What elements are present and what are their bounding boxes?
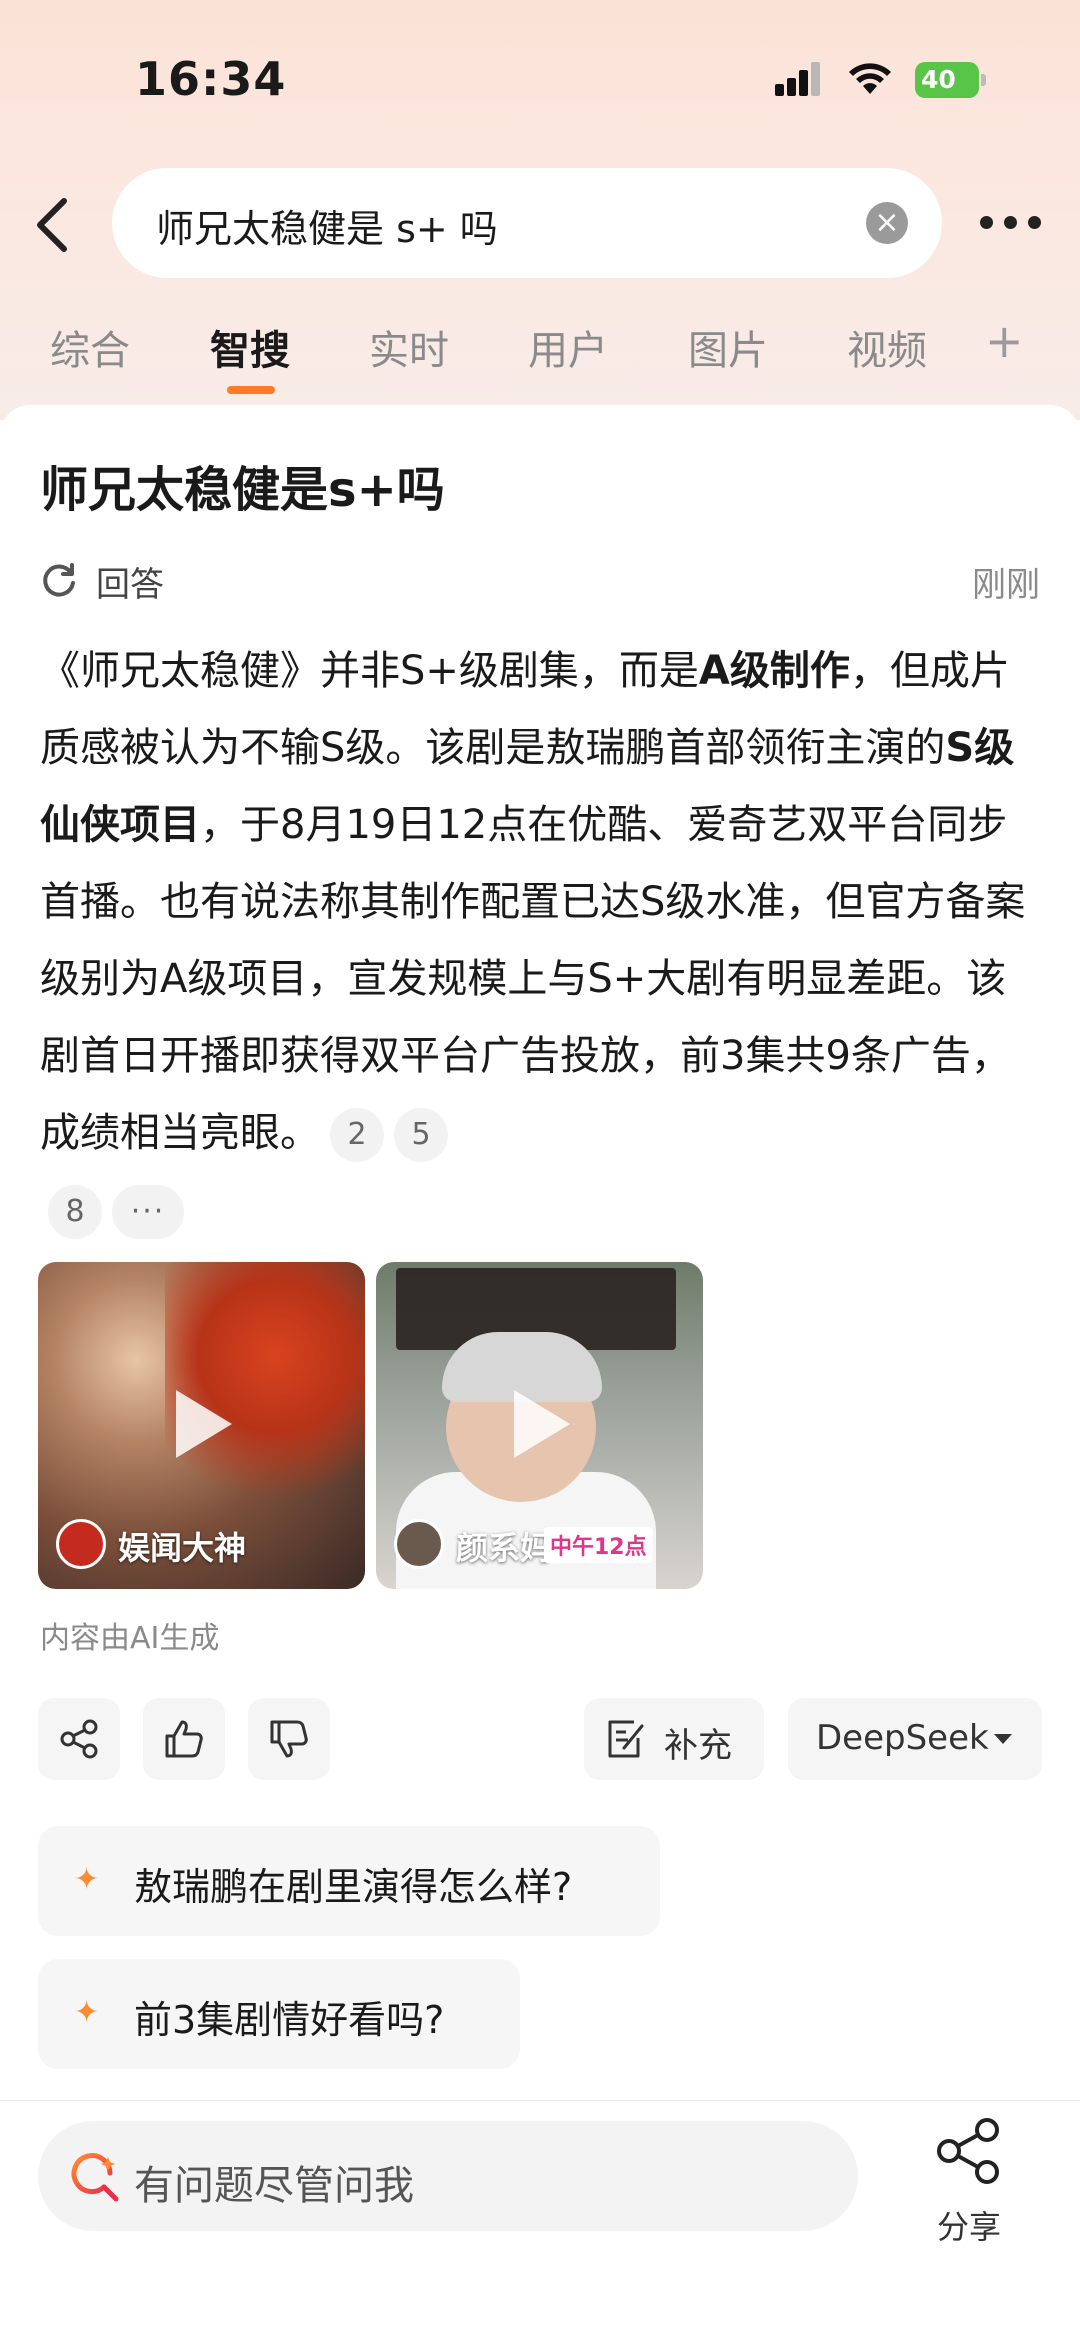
status-time: 16:34	[135, 52, 287, 106]
share-label: 分享	[937, 2208, 1002, 2246]
share-icon	[60, 1719, 98, 1759]
model-select-dropdown[interactable]: DeepSeek	[788, 1698, 1042, 1780]
dislike-button[interactable]	[248, 1698, 330, 1780]
refresh-icon	[43, 563, 75, 597]
share-icon	[937, 2118, 999, 2184]
avatar	[394, 1519, 444, 1569]
answer-meta: 回答 刚刚	[40, 555, 1040, 605]
citation-badge[interactable]: 2	[330, 1108, 384, 1162]
thumbs-up-icon	[165, 1720, 203, 1758]
play-icon	[514, 1390, 570, 1458]
bottom-bar: 有问题尽管问我 分享	[0, 2100, 1080, 2341]
share-answer-button[interactable]	[38, 1698, 120, 1780]
suggestion-text: 前3集剧情好看吗?	[134, 1998, 445, 2042]
tab-users[interactable]: 用户	[528, 318, 608, 376]
battery-level: 40	[915, 62, 979, 98]
video-thumbnail[interactable]: 颜系妈 中午12点	[376, 1262, 703, 1589]
video-author-name: 娱闻大神	[118, 1529, 247, 1567]
ai-generated-note: 内容由AI生成	[40, 1621, 220, 1656]
thumbs-down-icon	[270, 1720, 308, 1758]
answer-text-part: ，于8月19日12点在优酷、爱奇艺双平台同步首播。也有说法称其制作配置已达S级水…	[40, 802, 1026, 1156]
tab-images[interactable]: 图片	[688, 318, 768, 376]
wifi-icon	[849, 63, 891, 94]
ai-search-icon	[71, 2153, 119, 2202]
answer-time: 刚刚	[972, 565, 1040, 605]
ask-input[interactable]: 有问题尽管问我	[38, 2121, 858, 2231]
search-tabs: 综合 智搜 实时 用户 图片 视频	[0, 318, 1080, 398]
share-button[interactable]: 分享	[925, 2116, 1015, 2246]
suggestion-chip[interactable]: ✦ 敖瑞鹏在剧里演得怎么样?	[38, 1826, 660, 1936]
back-arrow-icon[interactable]	[28, 195, 78, 255]
video-author-name: 颜系妈	[456, 1529, 553, 1567]
supplement-label: 补充	[664, 1726, 732, 1766]
tab-realtime[interactable]: 实时	[369, 318, 449, 376]
answer-highlight: A级制作	[698, 648, 850, 694]
add-tab-icon[interactable]: +	[985, 314, 1024, 368]
supplement-button[interactable]: 补充	[584, 1698, 764, 1780]
cellular-signal-icon	[775, 62, 821, 96]
tab-smart-search[interactable]: 智搜	[210, 318, 290, 376]
sparkle-icon: ✦	[74, 1995, 100, 2030]
search-query: 师兄太稳健是 s+ 吗	[156, 207, 498, 251]
sparkle-icon: ✦	[74, 1862, 100, 1897]
citation-badge[interactable]: 5	[394, 1108, 448, 1162]
edit-icon	[608, 1720, 644, 1758]
suggestion-text: 敖瑞鹏在剧里演得怎么样?	[134, 1865, 573, 1909]
search-input[interactable]: 师兄太稳健是 s+ 吗 ×	[112, 168, 942, 278]
answer-label: 回答	[96, 565, 164, 605]
model-label: DeepSeek	[816, 1718, 989, 1758]
video-caption-badge: 中午12点	[544, 1527, 653, 1563]
more-citations-button[interactable]: ···	[112, 1185, 184, 1239]
tab-comprehensive[interactable]: 综合	[50, 318, 130, 376]
citation-badge[interactable]: 8	[48, 1185, 102, 1239]
suggestion-chip[interactable]: ✦ 前3集剧情好看吗?	[38, 1959, 520, 2069]
answer-text: 《师兄太稳健》并非S+级剧集，而是A级制作，但成片质感被认为不输S级。该剧是敖瑞…	[40, 633, 1040, 1249]
answer-text-part: 《师兄太稳健》并非S+级剧集，而是	[40, 648, 699, 694]
status-bar: 16:34 40	[0, 0, 1080, 160]
avatar	[56, 1519, 106, 1569]
tab-videos[interactable]: 视频	[847, 318, 927, 376]
answer-title: 师兄太稳健是s+吗	[40, 462, 445, 518]
video-thumbnail[interactable]: 娱闻大神	[38, 1262, 365, 1589]
like-button[interactable]	[143, 1698, 225, 1780]
more-options-icon[interactable]	[980, 210, 1042, 234]
caret-down-icon	[994, 1734, 1012, 1744]
active-tab-indicator	[227, 386, 275, 394]
battery-icon: 40	[915, 62, 986, 98]
clear-search-icon[interactable]: ×	[866, 202, 908, 244]
ask-placeholder: 有问题尽管问我	[134, 2163, 414, 2209]
play-icon	[176, 1390, 232, 1458]
